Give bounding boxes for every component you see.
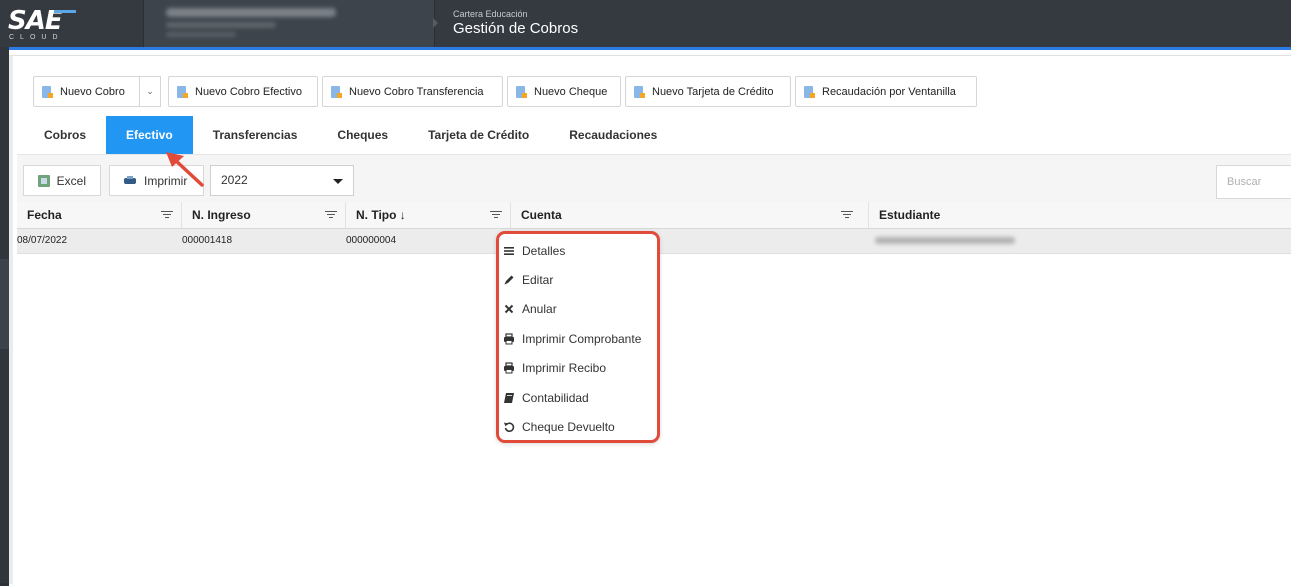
page-title: Gestión de Cobros — [453, 20, 579, 37]
new-cobro-transferencia-button[interactable]: Nuevo Cobro Transferencia — [322, 76, 503, 107]
sae-logo[interactable]: SAE CLOUD — [8, 4, 78, 44]
annotation-arrow — [166, 152, 204, 187]
document-icon — [804, 85, 815, 98]
cell-n-tipo: 000000004 — [346, 235, 397, 246]
top-bar: SAE CLOUD Cartera Educación Gestión de C… — [0, 0, 1291, 47]
printer-icon — [504, 362, 514, 374]
menu-item-label: Imprimir Recibo — [522, 361, 607, 375]
year-value: 2022 — [221, 173, 248, 187]
excel-export-button[interactable]: Excel — [23, 165, 101, 196]
year-select[interactable]: 2022 — [210, 165, 354, 196]
recaudacion-ventanilla-button[interactable]: Recaudación por Ventanilla — [795, 76, 977, 107]
column-label: Fecha — [27, 208, 62, 222]
menu-item-label: Contabilidad — [522, 391, 589, 405]
menu-item-label: Imprimir Comprobante — [522, 332, 642, 346]
logo-accent — [54, 10, 76, 13]
excel-icon — [38, 174, 50, 187]
chevron-down-icon: ⌄ — [146, 86, 154, 96]
menu-item-imprimir-recibo[interactable]: Imprimir Recibo — [503, 356, 606, 380]
cell-fecha: 08/07/2022 — [17, 235, 68, 246]
filter-icon[interactable] — [325, 211, 337, 219]
document-icon — [42, 85, 53, 98]
tab-transferencias[interactable]: Transferencias — [193, 116, 318, 154]
new-cobro-efectivo-button[interactable]: Nuevo Cobro Efectivo — [168, 76, 318, 107]
student-name-redacted — [875, 237, 1015, 244]
tab-efectivo[interactable]: Efectivo — [106, 116, 193, 154]
printer-icon — [504, 333, 514, 345]
column-header-cuenta[interactable]: Cuenta — [511, 202, 869, 228]
menu-item-label: Cheque Devuelto — [522, 420, 615, 434]
document-icon — [634, 85, 645, 98]
caret-down-icon — [333, 179, 343, 184]
tab-recaudaciones[interactable]: Recaudaciones — [549, 116, 677, 154]
filter-icon[interactable] — [161, 211, 173, 219]
column-label: Cuenta — [521, 208, 562, 222]
document-icon — [177, 85, 188, 98]
filter-icon[interactable] — [841, 211, 853, 219]
new-cobro-dropdown-button[interactable]: ⌄ — [139, 76, 161, 107]
recaudacion-ventanilla-label: Recaudación por Ventanilla — [822, 85, 956, 98]
filter-icon[interactable] — [490, 211, 502, 219]
undo-icon — [504, 422, 515, 432]
new-cobro-transferencia-label: Nuevo Cobro Transferencia — [349, 85, 484, 98]
tab-cheques[interactable]: Cheques — [317, 116, 408, 154]
company-name-redacted — [166, 8, 336, 17]
document-icon — [516, 85, 527, 98]
column-label: N. Tipo ↓ — [356, 208, 406, 222]
module-name: Cartera Educación — [453, 9, 528, 19]
new-tarjeta-credito-label: Nuevo Tarjeta de Crédito — [652, 85, 774, 98]
pencil-icon — [504, 275, 514, 285]
new-cobro-efectivo-label: Nuevo Cobro Efectivo — [195, 85, 302, 98]
new-tarjeta-credito-button[interactable]: Nuevo Tarjeta de Crédito — [625, 76, 791, 107]
company-selector[interactable] — [143, 0, 435, 47]
printer-icon — [124, 175, 136, 186]
menu-item-anular[interactable]: Anular — [503, 297, 557, 321]
row-context-menu: Detalles Editar Anular Imprimir Comproba… — [496, 231, 660, 443]
column-header-n-tipo[interactable]: N. Tipo ↓ — [346, 202, 511, 228]
column-header-estudiante[interactable]: Estudiante — [869, 202, 1291, 228]
menu-item-imprimir-comprobante[interactable]: Imprimir Comprobante — [503, 327, 641, 351]
new-cobro-label: Nuevo Cobro — [60, 85, 125, 98]
breadcrumb-separator-icon — [433, 18, 438, 28]
menu-item-contabilidad[interactable]: Contabilidad — [503, 386, 589, 410]
menu-item-editar[interactable]: Editar — [503, 268, 553, 292]
menu-item-label: Detalles — [522, 244, 566, 258]
new-cobro-button[interactable]: Nuevo Cobro — [33, 76, 140, 107]
cell-n-ingreso: 000001418 — [182, 235, 233, 246]
column-label: N. Ingreso — [192, 208, 251, 222]
sidebar-active-marker — [0, 259, 9, 349]
logo-subtext: CLOUD — [9, 34, 64, 41]
excel-label: Excel — [56, 173, 86, 188]
tab-bar: Cobros Efectivo Transferencias Cheques T… — [24, 116, 677, 154]
menu-item-cheque-devuelto[interactable]: Cheque Devuelto — [503, 415, 615, 439]
left-sidebar — [0, 47, 9, 583]
tab-cobros[interactable]: Cobros — [24, 116, 106, 154]
menu-item-label: Anular — [522, 302, 557, 316]
column-label: Estudiante — [879, 208, 941, 222]
column-header-fecha[interactable]: Fecha — [17, 202, 182, 228]
search-input[interactable]: Buscar — [1216, 165, 1291, 199]
grid-header: Fecha N. Ingreso N. Tipo ↓ Cuenta Estudi… — [17, 202, 1291, 229]
book-icon — [504, 393, 514, 403]
column-header-n-ingreso[interactable]: N. Ingreso — [182, 202, 346, 228]
new-cheque-button[interactable]: Nuevo Cheque — [507, 76, 621, 107]
x-icon — [504, 304, 514, 314]
tab-tarjeta-credito[interactable]: Tarjeta de Crédito — [408, 116, 549, 154]
company-detail-redacted — [166, 32, 236, 37]
list-icon — [504, 247, 514, 255]
menu-item-label: Editar — [522, 273, 554, 287]
new-cheque-label: Nuevo Cheque — [534, 85, 608, 98]
document-icon — [331, 85, 342, 98]
company-detail-redacted — [166, 22, 276, 28]
menu-item-detalles[interactable]: Detalles — [503, 239, 565, 263]
